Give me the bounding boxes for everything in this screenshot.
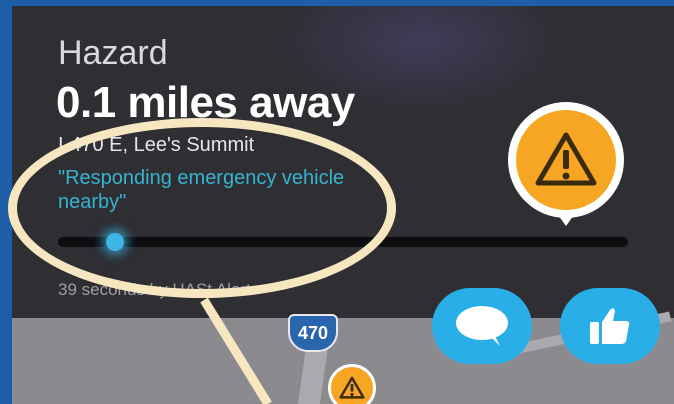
alert-timer-track <box>58 237 628 247</box>
thumbs-up-icon <box>590 308 630 344</box>
comment-button[interactable] <box>432 288 532 364</box>
alert-address: I-470 E, Lee's Summit <box>58 134 255 156</box>
map-hazard-marker[interactable] <box>328 364 376 404</box>
alert-distance: 0.1 miles away <box>56 78 355 127</box>
warning-triangle-icon <box>339 376 365 399</box>
thumbs-up-button[interactable] <box>560 288 660 364</box>
alert-message: "Responding emergency vehicle nearby" <box>58 167 345 213</box>
alert-screen: Hazard 0.1 miles away I-470 E, Lee's Sum… <box>12 6 674 404</box>
alert-source-info: 39 seconds by HASt Alert <box>58 280 251 299</box>
hazard-badge <box>508 102 624 226</box>
warning-triangle-icon <box>535 132 597 186</box>
alert-timer-knob <box>106 233 124 251</box>
speech-bubble-icon <box>456 306 508 346</box>
alert-type-title: Hazard <box>58 34 168 72</box>
highway-shield: 470 <box>288 314 338 352</box>
hazard-badge-inner <box>516 110 616 210</box>
